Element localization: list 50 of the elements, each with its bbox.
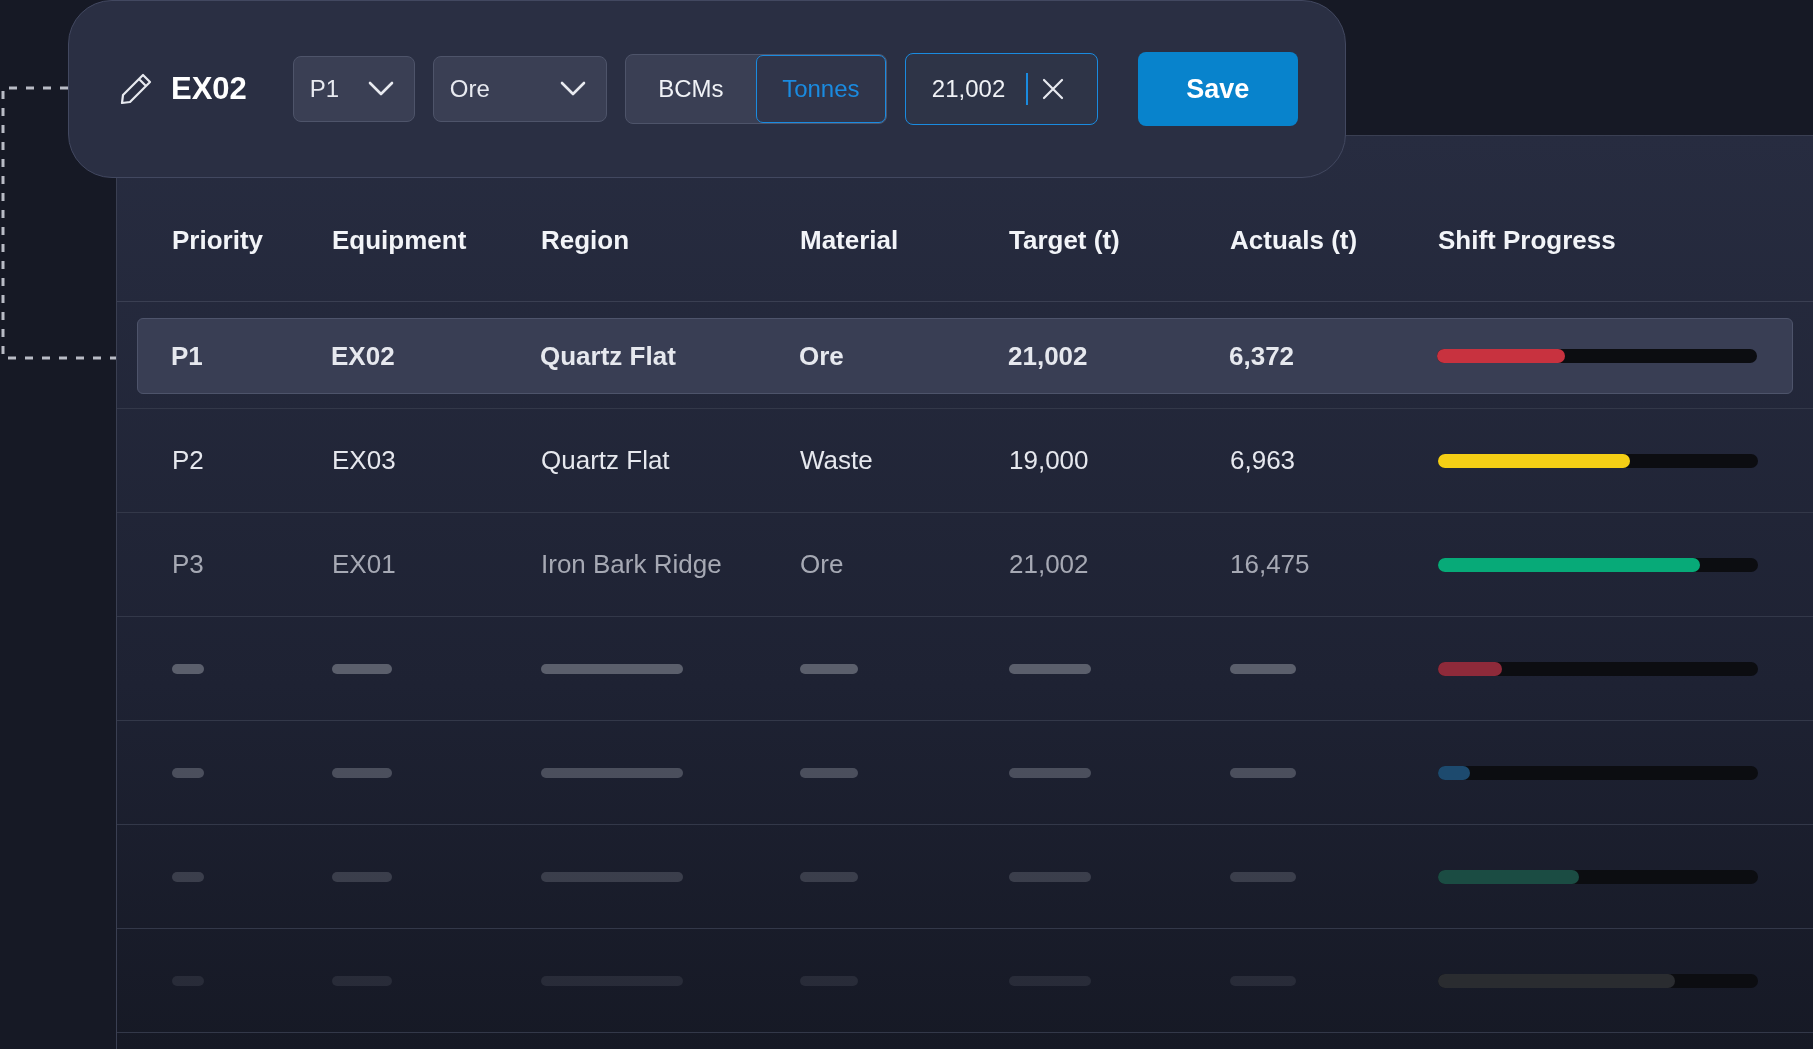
column-header: Material — [800, 224, 900, 256]
table-cell-text: EX02 — [331, 340, 396, 372]
table-cell-text: Quartz Flat — [541, 445, 671, 476]
table-cell-text: P2 — [172, 445, 205, 476]
placeholder-bar — [800, 767, 858, 778]
chevron-down-icon — [559, 81, 586, 97]
chevron-down-icon — [367, 81, 394, 97]
column-header: Region — [541, 224, 631, 256]
table-cell-text: 6,372 — [1229, 340, 1296, 372]
placeholder-bar — [1230, 767, 1296, 778]
material-dropdown[interactable]: Ore — [432, 56, 607, 122]
column-header: Priority — [172, 224, 265, 256]
placeholder-bar — [172, 871, 204, 882]
table-cell-text: P3 — [172, 549, 205, 580]
column-header: Shift Progress — [1438, 224, 1617, 256]
placeholder-bar — [800, 871, 858, 882]
column-header: Actuals (t) — [1230, 224, 1359, 256]
column-header: Equipment — [332, 224, 468, 256]
placeholder-bar — [800, 663, 858, 674]
table-cell-text: 16,475 — [1230, 549, 1311, 580]
table-row[interactable]: P3 EX01 Iron Bark Ridge Ore 21,002 16,475 — [117, 513, 1813, 617]
target-input[interactable]: 21,002 — [931, 75, 1012, 103]
placeholder-bar — [332, 663, 392, 674]
equipment-title: EX02 — [171, 71, 247, 107]
placeholder-bar — [332, 871, 392, 882]
table-cell-text: 21,002 — [1008, 340, 1089, 372]
table-cell-text: Ore — [799, 340, 845, 372]
placeholder-bar — [1230, 663, 1296, 674]
close-icon[interactable] — [1041, 78, 1064, 100]
table-row[interactable]: P1 EX02 Quartz Flat Ore 21,002 6,372 — [137, 318, 1793, 394]
table-cell-text: P1 — [171, 340, 204, 372]
column-header: Target (t) — [1009, 224, 1121, 256]
table-cell-text: 21,002 — [1009, 549, 1090, 580]
placeholder-bar — [332, 767, 392, 778]
placeholder-bar — [172, 767, 204, 778]
table-cell-text: 6,963 — [1230, 445, 1297, 476]
table-cell-text: Quartz Flat — [540, 340, 677, 372]
table-cell-text: EX01 — [332, 549, 397, 580]
placeholder-bar — [172, 663, 204, 674]
save-button[interactable]: Save — [1137, 52, 1298, 126]
table-cell-text: Waste — [800, 445, 874, 476]
table-row[interactable]: P2 EX03 Quartz Flat Waste 19,000 6,963 — [117, 409, 1813, 513]
table-cell-text: Iron Bark Ridge — [541, 549, 723, 580]
placeholder-bar — [1230, 871, 1296, 882]
unit-option[interactable]: BCMs — [625, 55, 756, 123]
table-cell-text: 19,000 — [1009, 445, 1090, 476]
table-cell-text: Ore — [800, 549, 845, 580]
priority-dropdown[interactable]: P1 — [292, 56, 415, 122]
table-cell-text: EX03 — [332, 445, 397, 476]
pencil-icon — [119, 72, 153, 106]
